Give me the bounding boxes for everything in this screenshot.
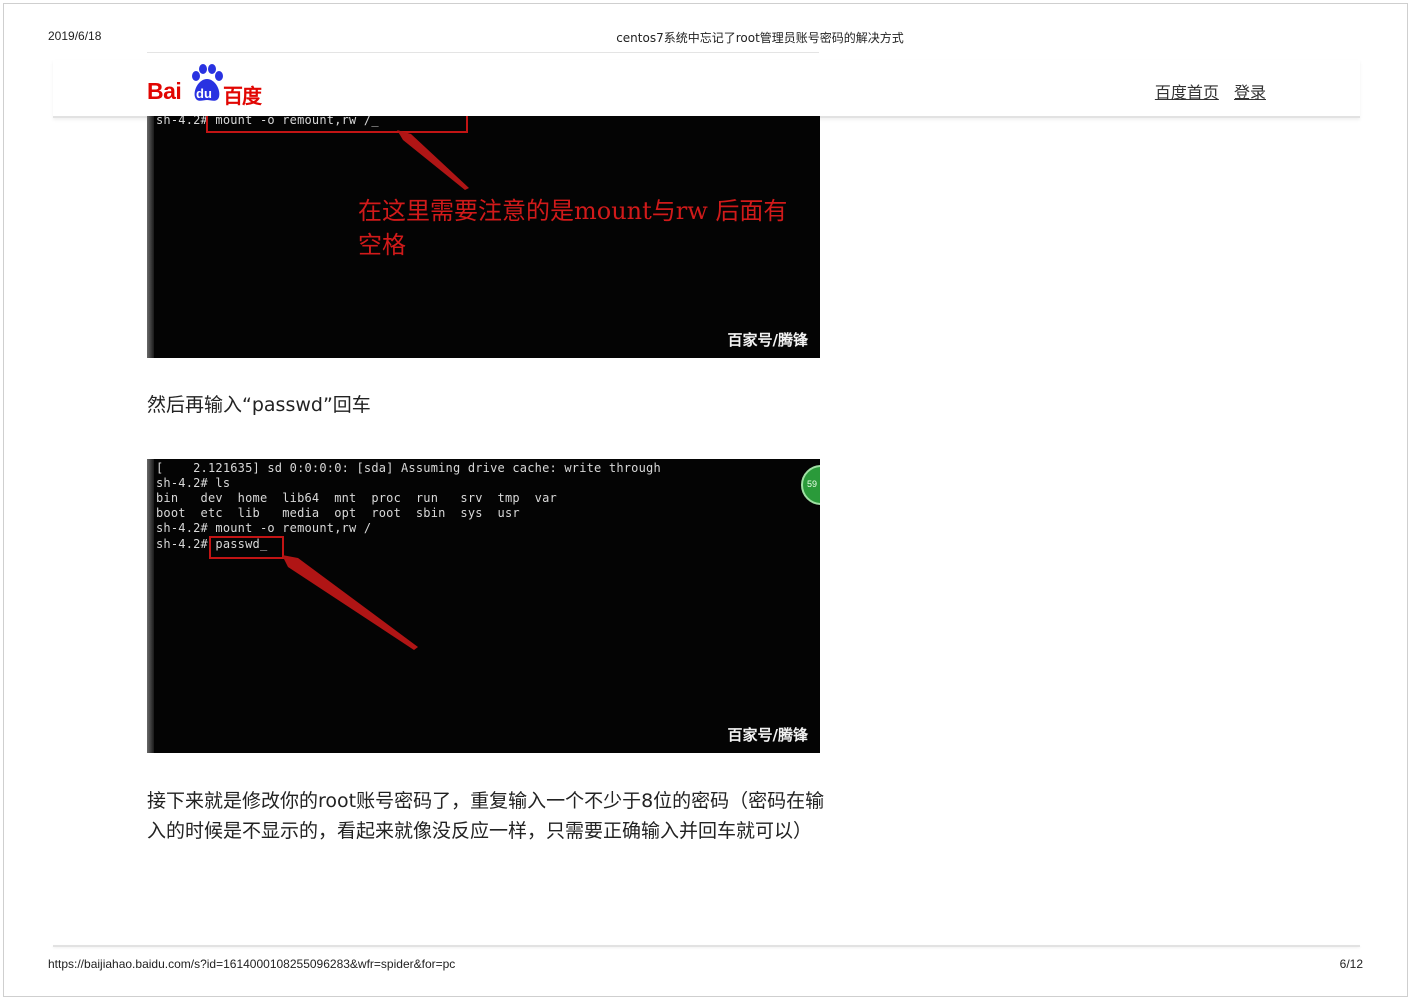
paragraph: 接下来就是修改你的root账号密码了，重复输入一个不少于8位的密码（密码在输入的… — [147, 790, 825, 842]
header-nav: 百度首页 登录 — [1145, 79, 1266, 103]
paragraph: 然后再输入“passwd”回车 — [147, 394, 371, 416]
watermark: 百家号/腾锋 — [727, 331, 808, 349]
watermark: 百家号/腾锋 — [727, 726, 808, 744]
site-header: Bai du 百度 百度首页 登录 — [53, 60, 1360, 118]
image-edge — [147, 116, 154, 358]
baidu-logo[interactable]: Bai du 百度 — [147, 64, 271, 108]
logo-latin: Bai — [147, 78, 182, 104]
arrow-icon — [397, 130, 469, 190]
highlight-box — [209, 536, 284, 559]
terminal-line: boot etc lib media opt root sbin sys usr — [156, 506, 520, 520]
logo-du: du — [196, 86, 212, 101]
terminal-line: [ 2.121635] sd 0:0:0:0: [sda] Assuming d… — [156, 461, 661, 475]
annotation-text: 在这里需要注意的是mount与rw 后面有空格 — [358, 197, 788, 259]
print-title: centos7系统中忘记了root管理员账号密码的解决方式 — [616, 31, 904, 45]
terminal-screenshot-2: [ 2.121635] sd 0:0:0:0: [sda] Assuming d… — [147, 459, 820, 753]
nav-home-link[interactable]: 百度首页 — [1155, 83, 1219, 102]
status-badge: 59 — [801, 465, 820, 505]
arrow-icon — [282, 555, 418, 650]
terminal-line: bin dev home lib64 mnt proc run srv tmp … — [156, 491, 557, 505]
nav-login-link[interactable]: 登录 — [1234, 83, 1266, 102]
image-edge — [147, 459, 154, 753]
divider — [53, 945, 1360, 947]
logo-chinese: 百度 — [223, 84, 262, 108]
terminal-screenshot-1: sh-4.2# mount -o remount,rw /_ 在这里需要注意的是… — [147, 116, 820, 358]
divider — [147, 52, 819, 53]
page-number: 6/12 — [1339, 957, 1363, 971]
badge-text: 59 — [807, 479, 818, 489]
terminal-line: sh-4.2# ls — [156, 476, 231, 490]
print-date: 2019/6/18 — [48, 29, 102, 43]
terminal-line: sh-4.2# mount -o remount,rw / — [156, 521, 372, 535]
print-footer-url: https://baijiahao.baidu.com/s?id=1614000… — [48, 957, 456, 971]
